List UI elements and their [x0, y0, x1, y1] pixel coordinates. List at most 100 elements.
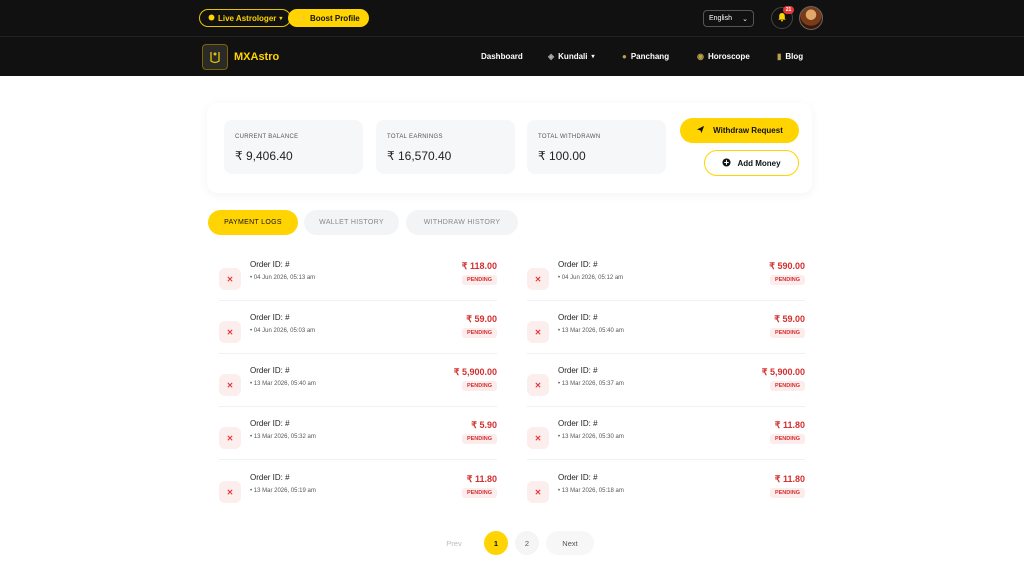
payment-log-item[interactable]: ✕ Order ID: # • 13 Mar 2026, 05:40 am ₹ … [527, 313, 805, 353]
add-money-button[interactable]: Add Money [704, 150, 799, 176]
failed-x-icon: ✕ [219, 427, 241, 449]
pagination-next-label: Next [562, 538, 578, 548]
tab-withdraw-history[interactable]: WITHDRAW HISTORY [406, 210, 518, 235]
brand-name[interactable]: MXAstro [234, 51, 279, 63]
total-earnings-label: TOTAL EARNINGS [387, 134, 443, 140]
blog-icon: ▮ [777, 52, 782, 61]
divider [219, 459, 497, 460]
divider [527, 406, 805, 407]
failed-x-icon: ✕ [219, 268, 241, 290]
brand-logo[interactable] [202, 44, 228, 70]
log-date: • 04 Jun 2026, 05:03 am [250, 328, 316, 334]
log-amount: ₹ 11.80 [774, 420, 805, 430]
log-date: • 13 Mar 2026, 05:18 am [558, 488, 624, 494]
log-amount: ₹ 59.00 [774, 314, 805, 324]
tab-payment-logs-label: PAYMENT LOGS [224, 219, 282, 226]
payment-log-item[interactable]: ✕ Order ID: # • 13 Mar 2026, 05:32 am ₹ … [219, 419, 497, 459]
log-date-text: 13 Mar 2026, 05:40 am [561, 328, 624, 334]
status-badge: PENDING [461, 275, 497, 285]
status-badge: PENDING [461, 328, 497, 338]
log-date: • 04 Jun 2026, 05:12 am [558, 275, 624, 281]
log-order-id: Order ID: # [250, 260, 290, 269]
log-date-text: 04 Jun 2026, 05:12 am [561, 275, 624, 281]
user-avatar[interactable] [799, 6, 823, 30]
failed-x-icon: ✕ [527, 268, 549, 290]
total-withdrawn-value: ₹ 100.00 [538, 149, 586, 163]
failed-x-icon: ✕ [219, 481, 241, 503]
nav-panchang-label: Panchang [630, 52, 670, 61]
pagination-next-button[interactable]: Next [546, 531, 594, 555]
nav-horoscope[interactable]: ◉ Horoscope [697, 52, 750, 61]
panchang-icon: ● [622, 52, 627, 61]
divider [527, 300, 805, 301]
log-date-text: 04 Jun 2026, 05:13 am [253, 275, 316, 281]
tab-wallet-history[interactable]: WALLET HISTORY [304, 210, 399, 235]
log-date: • 13 Mar 2026, 05:40 am [558, 328, 624, 334]
failed-x-icon: ✕ [219, 374, 241, 396]
pagination-page-1[interactable]: 1 [484, 531, 508, 555]
log-date-text: 13 Mar 2026, 05:19 am [253, 488, 316, 494]
nav-panchang[interactable]: ● Panchang [622, 52, 669, 61]
lightning-icon: ⚡ [297, 13, 307, 23]
log-date-text: 13 Mar 2026, 05:40 am [253, 381, 316, 387]
nav-kundali[interactable]: ◈ Kundali ▾ [548, 52, 595, 61]
withdraw-request-button[interactable]: Withdraw Request [680, 118, 799, 143]
payment-log-item[interactable]: ✕ Order ID: # • 04 Jun 2026, 05:12 am ₹ … [527, 260, 805, 300]
add-money-label: Add Money [737, 158, 781, 168]
log-order-id: Order ID: # [558, 366, 598, 375]
nav-blog[interactable]: ▮ Blog [777, 52, 803, 61]
total-earnings-card: TOTAL EARNINGS ₹ 16,570.40 [376, 120, 515, 174]
payment-log-item[interactable]: ✕ Order ID: # • 13 Mar 2026, 05:19 am ₹ … [219, 473, 497, 513]
log-order-id: Order ID: # [558, 419, 598, 428]
chevron-down-icon: ⌄ [742, 15, 748, 23]
pagination-prev-label: Prev [446, 538, 462, 548]
top-bar: Live Astrologer ▾ ⚡ Boost Profile Englis… [0, 0, 1024, 37]
live-astrologer-dropdown[interactable]: Live Astrologer ▾ [199, 9, 292, 27]
boost-profile-label: Boost Profile [309, 13, 360, 23]
tab-payment-logs[interactable]: PAYMENT LOGS [208, 210, 298, 235]
divider [219, 406, 497, 407]
globe-icon [208, 14, 215, 23]
total-withdrawn-card: TOTAL WITHDRAWN ₹ 100.00 [527, 120, 666, 174]
log-order-id: Order ID: # [558, 260, 598, 269]
total-earnings-value: ₹ 16,570.40 [387, 149, 452, 163]
payment-log-item[interactable]: ✕ Order ID: # • 04 Jun 2026, 05:03 am ₹ … [219, 313, 497, 353]
log-date-text: 04 Jun 2026, 05:03 am [253, 328, 316, 334]
total-withdrawn-label: TOTAL WITHDRAWN [538, 134, 601, 140]
kundali-icon: ◈ [548, 52, 555, 61]
divider [527, 353, 805, 354]
payment-log-item[interactable]: ✕ Order ID: # • 13 Mar 2026, 05:30 am ₹ … [527, 419, 805, 459]
payment-log-item[interactable]: ✕ Order ID: # • 13 Mar 2026, 05:40 am ₹ … [219, 366, 497, 406]
boost-profile-button[interactable]: ⚡ Boost Profile [288, 9, 369, 27]
pagination-page-2[interactable]: 2 [515, 531, 539, 555]
horoscope-icon: ◉ [697, 52, 704, 61]
log-date-text: 13 Mar 2026, 05:18 am [561, 488, 624, 494]
log-date-text: 13 Mar 2026, 05:32 am [253, 434, 316, 440]
payment-log-item[interactable]: ✕ Order ID: # • 04 Jun 2026, 05:13 am ₹ … [219, 260, 497, 300]
log-amount: ₹ 5.90 [471, 420, 497, 430]
pagination-prev-button[interactable]: Prev [435, 531, 473, 555]
language-select[interactable]: English ⌄ [703, 10, 754, 27]
nav-dashboard[interactable]: Dashboard [481, 52, 523, 61]
nav-kundali-label: Kundali [558, 52, 588, 61]
log-amount: ₹ 590.00 [769, 261, 805, 271]
tab-withdraw-history-label: WITHDRAW HISTORY [423, 219, 501, 226]
log-date: • 13 Mar 2026, 05:30 am [558, 434, 624, 440]
current-balance-value: ₹ 9,406.40 [235, 149, 293, 163]
log-amount: ₹ 118.00 [461, 261, 497, 271]
status-badge: PENDING [769, 275, 805, 285]
log-amount: ₹ 59.00 [466, 314, 497, 324]
nav-blog-label: Blog [785, 52, 804, 61]
payment-log-item[interactable]: ✕ Order ID: # • 13 Mar 2026, 05:37 am ₹ … [527, 366, 805, 406]
log-date: • 13 Mar 2026, 05:37 am [558, 381, 624, 387]
status-badge: PENDING [769, 488, 805, 498]
status-badge: PENDING [769, 434, 805, 444]
failed-x-icon: ✕ [527, 321, 549, 343]
plus-circle-icon [722, 157, 731, 169]
payment-log-item[interactable]: ✕ Order ID: # • 13 Mar 2026, 05:18 am ₹ … [527, 473, 805, 513]
pagination-page-label: 2 [524, 538, 530, 548]
log-order-id: Order ID: # [250, 366, 290, 375]
status-badge: PENDING [769, 328, 805, 338]
current-balance-card: CURRENT BALANCE ₹ 9,406.40 [224, 120, 363, 174]
withdraw-request-label: Withdraw Request [713, 126, 783, 135]
